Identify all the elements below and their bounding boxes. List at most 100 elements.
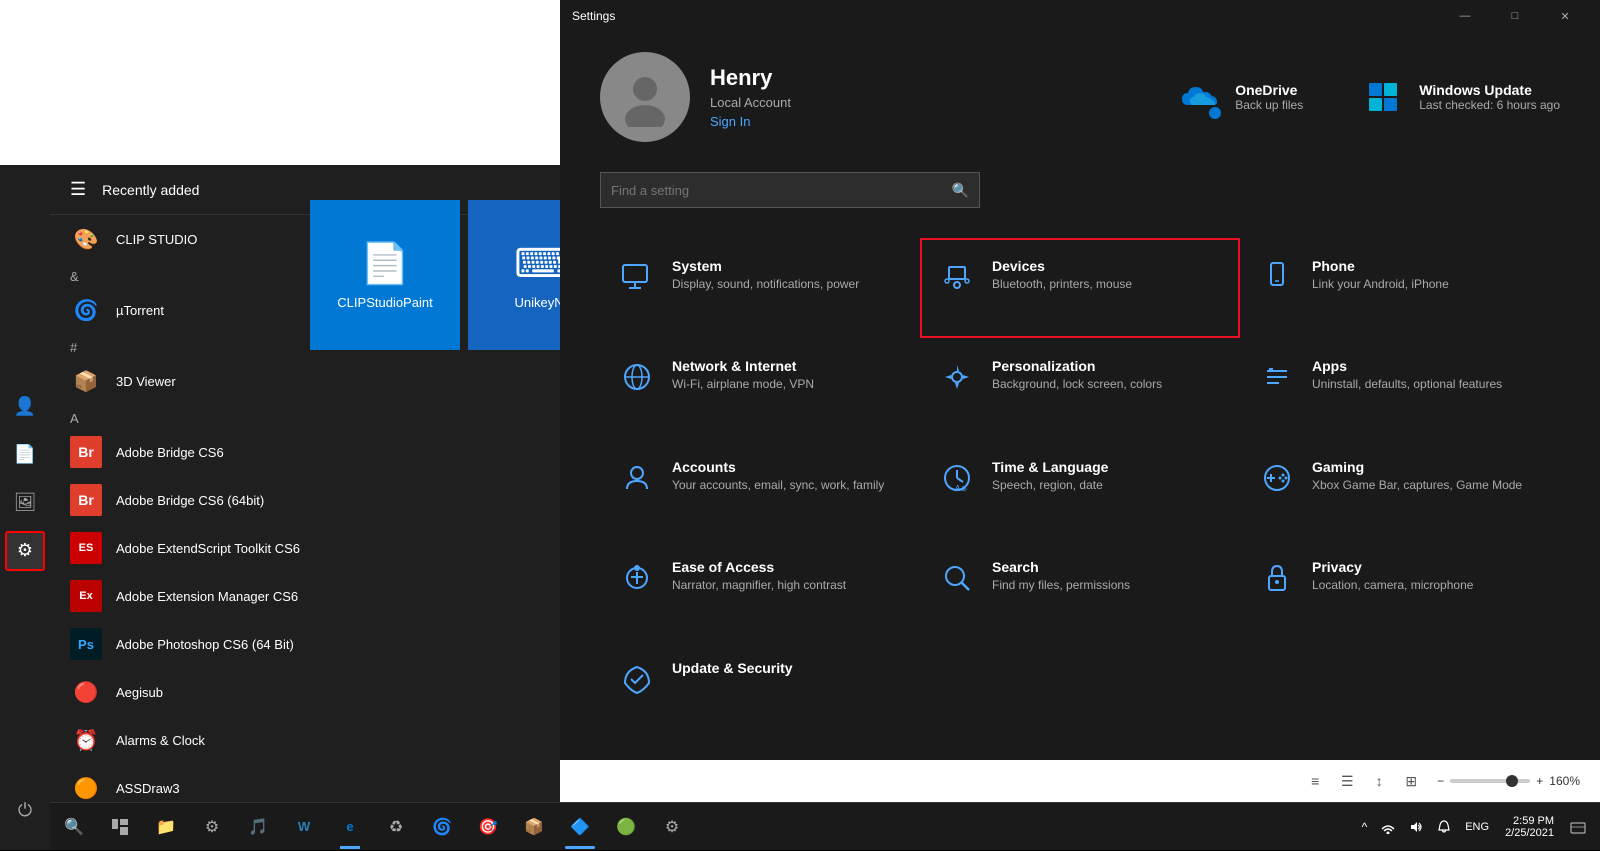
search-box[interactable]: 🔍 xyxy=(600,172,980,208)
onedrive-info: OneDrive Back up files xyxy=(1235,82,1303,112)
search-input[interactable] xyxy=(611,183,944,198)
time-language-title: Time & Language xyxy=(992,459,1108,475)
sidebar-icon-user[interactable]: 👤 xyxy=(5,387,45,427)
taskbar-word[interactable]: W xyxy=(282,803,326,851)
sidebar-icon-file[interactable]: 📄 xyxy=(5,435,45,475)
profile-name: Henry xyxy=(710,65,791,91)
ease-of-access-icon xyxy=(618,559,656,597)
settings-item-personalization[interactable]: Personalization Background, lock screen,… xyxy=(920,338,1240,438)
bottom-icon-3[interactable]: ↕ xyxy=(1365,767,1393,795)
windows-update-title: Windows Update xyxy=(1419,82,1560,98)
phone-title: Phone xyxy=(1312,258,1449,274)
taskbar-app3[interactable]: 📦 xyxy=(512,803,556,851)
taskbar-explorer[interactable]: 📁 xyxy=(144,803,188,851)
taskbar-settings-app[interactable]: ⚙ xyxy=(650,803,694,851)
close-button[interactable]: ✕ xyxy=(1542,0,1588,32)
taskbar-search-btn[interactable]: 🔍 xyxy=(52,803,96,851)
settings-item-privacy[interactable]: Privacy Location, camera, microphone xyxy=(1240,539,1560,639)
accounts-title: Accounts xyxy=(672,459,884,475)
adobe-bridge64-icon: Br xyxy=(70,484,102,516)
network-info: Network & Internet Wi-Fi, airplane mode,… xyxy=(672,358,814,393)
taskbar-task-view[interactable] xyxy=(98,803,142,851)
header-services: OneDrive Back up files Windows Update La… xyxy=(1179,77,1560,117)
settings-titlebar: Settings — □ ✕ xyxy=(560,0,1600,32)
taskbar-notification-btn[interactable] xyxy=(1564,803,1592,851)
settings-item-phone[interactable]: Phone Link your Android, iPhone xyxy=(1240,238,1560,338)
tile-clipstudiopaint[interactable]: 📄 CLIPStudioPaint xyxy=(310,200,460,350)
sidebar-icon-power[interactable]: ⏻ xyxy=(5,790,45,830)
minimize-button[interactable]: — xyxy=(1442,0,1488,32)
taskbar-right: ^ ENG 2:59 PM 2/25/2021 xyxy=(1356,803,1596,851)
settings-item-network[interactable]: Network & Internet Wi-Fi, airplane mode,… xyxy=(600,338,920,438)
settings-search: 🔍 xyxy=(560,162,1600,228)
bottom-icon-2[interactable]: ☰ xyxy=(1333,767,1361,795)
settings-item-system[interactable]: System Display, sound, notifications, po… xyxy=(600,238,920,338)
zoom-thumb xyxy=(1506,775,1518,787)
network-desc: Wi-Fi, airplane mode, VPN xyxy=(672,377,814,393)
taskbar-chevron[interactable]: ^ xyxy=(1356,803,1374,851)
bottom-icon-1[interactable]: ≡ xyxy=(1301,767,1329,795)
clip-studio-icon: 🎨 xyxy=(70,223,102,255)
devices-title: Devices xyxy=(992,258,1132,274)
settings-title: Settings xyxy=(572,9,615,23)
profile-info: Henry Local Account Sign In xyxy=(710,65,791,129)
devices-icon xyxy=(938,258,976,296)
app-item-label: Aegisub xyxy=(116,685,163,700)
taskbar-app4[interactable]: 🔷 xyxy=(558,803,602,851)
taskbar-edge[interactable]: e xyxy=(328,803,372,851)
settings-item-update-security[interactable]: Update & Security xyxy=(600,640,920,740)
settings-item-time-language[interactable]: A あ Time & Language Speech, region, date xyxy=(920,439,1240,539)
onedrive-service[interactable]: OneDrive Back up files xyxy=(1179,77,1303,117)
gaming-desc: Xbox Game Bar, captures, Game Mode xyxy=(1312,478,1522,494)
apps-info: Apps Uninstall, defaults, optional featu… xyxy=(1312,358,1502,393)
accounts-desc: Your accounts, email, sync, work, family xyxy=(672,478,884,494)
avatar xyxy=(600,52,690,142)
settings-item-ease-of-access[interactable]: Ease of Access Narrator, magnifier, high… xyxy=(600,539,920,639)
hamburger-icon[interactable]: ☰ xyxy=(70,179,86,200)
taskbar-clock[interactable]: 2:59 PM 2/25/2021 xyxy=(1497,803,1562,851)
app-item-label: Adobe Extension Manager CS6 xyxy=(116,589,298,604)
adobe-bridge-icon: Br xyxy=(70,436,102,468)
time-language-info: Time & Language Speech, region, date xyxy=(992,459,1108,494)
onedrive-badge xyxy=(1209,107,1221,119)
settings-item-apps[interactable]: Apps Uninstall, defaults, optional featu… xyxy=(1240,338,1560,438)
taskbar-app5[interactable]: 🟢 xyxy=(604,803,648,851)
maximize-button[interactable]: □ xyxy=(1492,0,1538,32)
zoom-controls: − + 160% xyxy=(1437,774,1580,788)
sidebar: 👤 📄 🖼 ⚙ ⏻ xyxy=(0,165,50,850)
zoom-plus[interactable]: + xyxy=(1536,774,1543,788)
update-security-icon xyxy=(618,660,656,698)
taskbar-network-icon[interactable] xyxy=(1375,803,1401,851)
taskbar-volume-icon[interactable] xyxy=(1403,803,1429,851)
taskbar-app1[interactable]: 🌀 xyxy=(420,803,464,851)
settings-grid: System Display, sound, notifications, po… xyxy=(560,228,1600,760)
apps-title: Apps xyxy=(1312,358,1502,374)
bottom-icon-4[interactable]: ⊞ xyxy=(1397,767,1425,795)
sidebar-icon-settings[interactable]: ⚙ xyxy=(5,531,45,571)
titlebar-controls: — □ ✕ xyxy=(1442,0,1588,32)
white-area xyxy=(0,0,560,165)
taskbar-media[interactable]: 🎵 xyxy=(236,803,280,851)
taskbar-app2[interactable]: 🎯 xyxy=(466,803,510,851)
taskbar-notification-icon[interactable] xyxy=(1431,803,1457,851)
settings-item-search[interactable]: Search Find my files, permissions xyxy=(920,539,1240,639)
settings-item-devices[interactable]: Devices Bluetooth, printers, mouse xyxy=(920,238,1240,338)
devices-desc: Bluetooth, printers, mouse xyxy=(992,277,1132,293)
taskbar-recycle[interactable]: ♻ xyxy=(374,803,418,851)
windows-update-service[interactable]: Windows Update Last checked: 6 hours ago xyxy=(1363,77,1560,117)
taskbar-eng-label[interactable]: ENG xyxy=(1459,803,1495,851)
zoom-minus[interactable]: − xyxy=(1437,774,1444,788)
svg-text:あ: あ xyxy=(961,486,967,493)
personalization-desc: Background, lock screen, colors xyxy=(992,377,1162,393)
app-item-label: Adobe Bridge CS6 xyxy=(116,445,224,460)
windows-update-info: Windows Update Last checked: 6 hours ago xyxy=(1419,82,1560,112)
taskbar-cp[interactable]: ⚙ xyxy=(190,803,234,851)
system-desc: Display, sound, notifications, power xyxy=(672,277,859,293)
profile-signin[interactable]: Sign In xyxy=(710,114,791,129)
sidebar-icon-photo[interactable]: 🖼 xyxy=(5,483,45,523)
settings-item-gaming[interactable]: Gaming Xbox Game Bar, captures, Game Mod… xyxy=(1240,439,1560,539)
settings-item-accounts[interactable]: Accounts Your accounts, email, sync, wor… xyxy=(600,439,920,539)
app-item-label: CLIP STUDIO xyxy=(116,232,197,247)
search-settings-title: Search xyxy=(992,559,1130,575)
search-settings-icon xyxy=(938,559,976,597)
